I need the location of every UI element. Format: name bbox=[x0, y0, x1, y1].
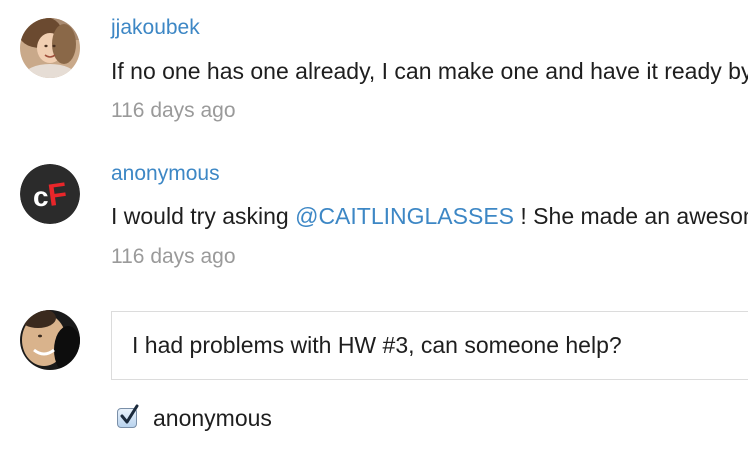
reply-box[interactable] bbox=[111, 311, 748, 380]
comment-text: If no one has one already, I can make on… bbox=[111, 58, 748, 84]
anonymous-checkbox[interactable] bbox=[117, 404, 139, 428]
checkmark-icon bbox=[120, 404, 139, 424]
user-photo-icon bbox=[20, 18, 80, 78]
avatar[interactable]: c F bbox=[20, 164, 80, 224]
comment-text-before: I would try asking bbox=[111, 203, 296, 229]
anonymous-label: anonymous bbox=[153, 404, 272, 431]
comment-username[interactable]: jjakoubek bbox=[111, 16, 200, 40]
comment-username[interactable]: anonymous bbox=[111, 162, 220, 186]
reply-input[interactable] bbox=[132, 332, 732, 359]
comment-text-after: ! She made an awesome bbox=[520, 203, 748, 229]
avatar[interactable] bbox=[20, 18, 80, 78]
comment-timestamp: 116 days ago bbox=[111, 99, 236, 122]
comment-text: I would try asking @CAITLINGLASSES ! She… bbox=[111, 203, 748, 230]
user-photo-icon bbox=[20, 310, 80, 370]
mention-link[interactable]: @CAITLINGLASSES bbox=[295, 203, 514, 229]
comment-timestamp: 116 days ago bbox=[111, 245, 236, 268]
avatar[interactable] bbox=[20, 310, 80, 370]
cf-logo-icon: c F bbox=[20, 164, 80, 224]
anonymous-option[interactable]: anonymous bbox=[117, 404, 272, 432]
